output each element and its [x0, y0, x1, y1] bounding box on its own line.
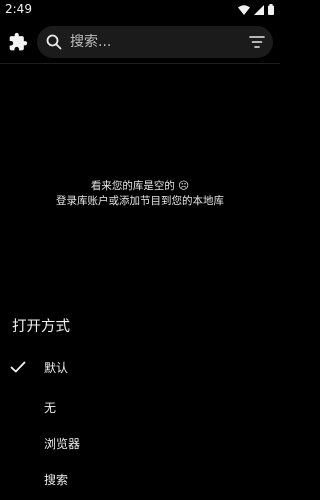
status-time: 2:49: [5, 2, 32, 16]
search-input[interactable]: [70, 32, 230, 52]
open-with-sheet: 打开方式 默认 无 浏览器 搜索: [0, 304, 280, 500]
status-bar: 2:49: [0, 0, 280, 20]
filter-button[interactable]: [247, 32, 267, 52]
filter-list-icon: [249, 36, 265, 48]
option-none[interactable]: 无: [0, 392, 280, 424]
empty-message-line-1: 看来您的库是空的 ☹: [90, 180, 190, 192]
search-bar[interactable]: [37, 26, 273, 58]
top-bar-divider: [0, 63, 280, 64]
wifi-icon: [238, 4, 250, 15]
sheet-title: 打开方式: [12, 319, 70, 335]
option-search[interactable]: 搜索: [0, 464, 280, 496]
option-browser[interactable]: 浏览器: [0, 428, 280, 460]
check-icon: [10, 361, 26, 373]
empty-message-line-2: 登录库账户或添加节目到您的本地库: [56, 195, 224, 207]
battery-icon: [268, 4, 274, 15]
status-icons: [238, 4, 274, 15]
option-label: 默认: [44, 361, 69, 375]
option-default[interactable]: 默认: [0, 352, 280, 384]
option-label: 浏览器: [44, 437, 81, 451]
extensions-button[interactable]: [6, 30, 30, 54]
top-bar: [0, 24, 280, 60]
empty-library-message: 看来您的库是空的 ☹ 登录库账户或添加节目到您的本地库: [0, 179, 280, 209]
puzzle-piece-icon: [9, 32, 28, 51]
search-icon: [46, 34, 62, 50]
option-label: 搜索: [44, 473, 69, 487]
option-label: 无: [44, 401, 57, 415]
cellular-signal-icon: [254, 4, 264, 15]
